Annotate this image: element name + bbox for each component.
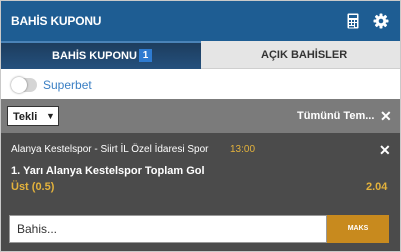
coupon-selection: Alanya Kestelspor - Siirt İL Özel İdares… bbox=[1, 133, 400, 199]
tab-bet-slip[interactable]: BAHİS KUPONU 1 bbox=[1, 41, 201, 69]
bet-slip-header: BAHİS KUPONU bbox=[1, 1, 400, 41]
bet-type-bar: Tekli ▼ Tümünü Tem... ✕ bbox=[1, 99, 400, 133]
selection-name: Üst (0.5) bbox=[11, 181, 55, 193]
selection-odds: 2.04 bbox=[366, 181, 388, 193]
max-stake-button[interactable]: MAKS bbox=[327, 215, 389, 243]
toggle-knob bbox=[11, 77, 27, 93]
tab-open-bets[interactable]: AÇIK BAHİSLER bbox=[201, 41, 400, 69]
remove-selection-icon[interactable]: ✕ bbox=[379, 142, 391, 159]
bet-type-value: Tekli bbox=[13, 111, 38, 123]
bet-slip-tabs: BAHİS KUPONU 1 AÇIK BAHİSLER bbox=[1, 41, 400, 69]
selection-count-badge: 1 bbox=[139, 49, 152, 62]
stake-input[interactable] bbox=[9, 215, 327, 243]
superbet-label[interactable]: Superbet bbox=[43, 78, 92, 92]
caret-down-icon: ▼ bbox=[46, 111, 55, 121]
calculator-icon[interactable] bbox=[347, 13, 359, 29]
gear-icon[interactable] bbox=[373, 13, 389, 29]
tab-open-bets-label: AÇIK BAHİSLER bbox=[261, 49, 348, 61]
bet-slip-widget: BAHİS KUPONU BAHİS KUPONU 1 AÇIK BAHİSLE… bbox=[0, 0, 401, 252]
tab-bet-slip-label: BAHİS KUPONU bbox=[52, 50, 137, 62]
clear-all-close-icon[interactable]: ✕ bbox=[380, 108, 392, 125]
stake-row: MAKS bbox=[1, 199, 400, 251]
superbet-row: Superbet bbox=[1, 69, 400, 99]
match-time: 13:00 bbox=[230, 144, 256, 155]
market-name: 1. Yarı Alanya Kestelspor Toplam Gol bbox=[11, 165, 205, 177]
match-name: Alanya Kestelspor - Siirt İL Özel İdares… bbox=[11, 144, 209, 155]
bet-slip-title: BAHİS KUPONU bbox=[11, 14, 102, 28]
clear-all-link[interactable]: Tümünü Tem... bbox=[297, 110, 374, 122]
superbet-toggle[interactable] bbox=[11, 77, 37, 93]
bet-type-select[interactable]: Tekli ▼ bbox=[7, 106, 59, 126]
